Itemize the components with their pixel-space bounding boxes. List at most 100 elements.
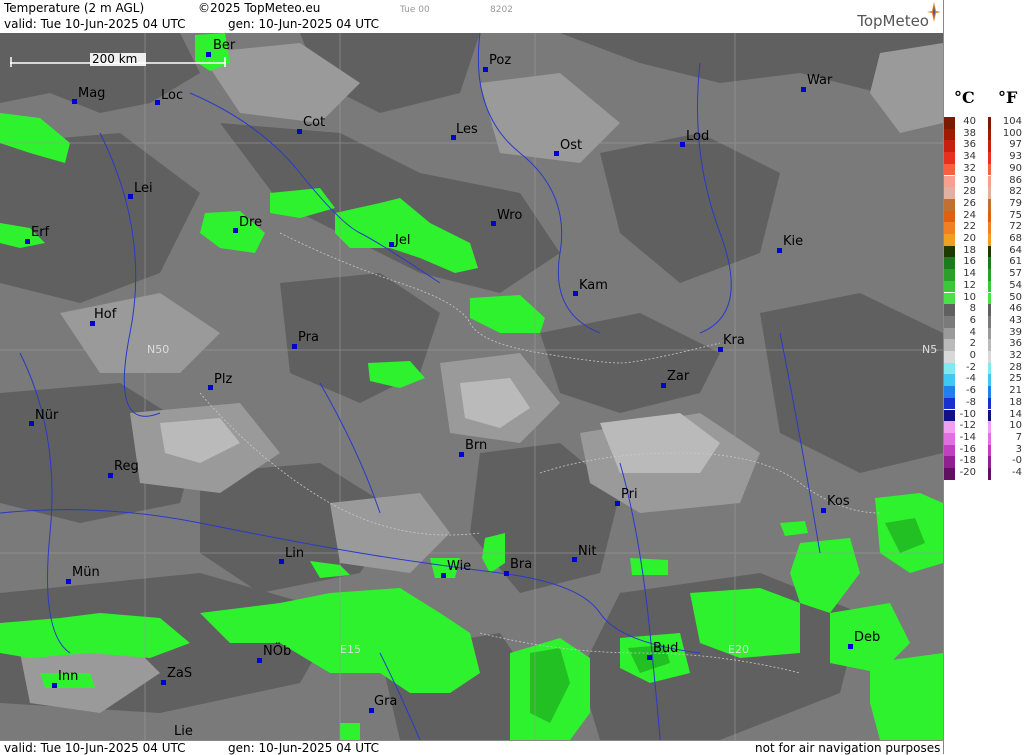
scale-label: 200 km xyxy=(92,52,138,66)
city-label-gra[interactable]: Gra xyxy=(374,694,397,709)
footer-valid-time: valid: Tue 10-Jun-2025 04 UTC xyxy=(4,741,186,755)
city-marker xyxy=(483,67,488,72)
city-label-kra[interactable]: Kra xyxy=(723,333,745,348)
city-label-zas[interactable]: ZaS xyxy=(167,666,192,681)
legend-swatch xyxy=(988,163,991,176)
city-label-wie[interactable]: Wie xyxy=(447,559,471,574)
legend-fahrenheit-value: 57 xyxy=(1009,268,1022,280)
city-label-pri[interactable]: Pri xyxy=(621,487,638,502)
legend-celsius-value: 24 xyxy=(963,209,976,221)
city-label-lod[interactable]: Lod xyxy=(686,129,709,144)
city-label-reg[interactable]: Reg xyxy=(114,459,139,474)
city-label-pra[interactable]: Pra xyxy=(298,330,319,345)
city-label-hof[interactable]: Hof xyxy=(94,307,116,322)
legend-fahrenheit-value: 68 xyxy=(1009,233,1022,244)
legend-celsius-value: -12 xyxy=(959,420,976,432)
city-marker xyxy=(441,573,446,578)
city-label-lei[interactable]: Lei xyxy=(134,181,153,196)
city-label-zar[interactable]: Zar xyxy=(667,369,689,384)
legend-fahrenheit-value: 25 xyxy=(1009,373,1022,385)
city-marker xyxy=(233,228,238,233)
legend-fahrenheit-value: 93 xyxy=(1009,151,1022,163)
city-label-mag[interactable]: Mag xyxy=(78,86,105,101)
legend-swatch xyxy=(988,351,991,363)
city-marker xyxy=(108,473,113,478)
city-label-bra[interactable]: Bra xyxy=(510,557,532,572)
city-label-cot[interactable]: Cot xyxy=(303,115,325,130)
legend-fahrenheit-value: 21 xyxy=(1009,385,1022,397)
disclaimer: not for air navigation purposes xyxy=(755,741,941,755)
copyright-text: ©2025 TopMeteo.eu xyxy=(198,1,321,15)
city-marker xyxy=(72,99,77,104)
city-label-inn[interactable]: Inn xyxy=(58,669,78,684)
city-marker xyxy=(573,291,578,296)
legend-swatch xyxy=(988,222,991,234)
compass-star-icon xyxy=(927,2,941,22)
city-marker xyxy=(615,501,620,506)
city-label-war[interactable]: War xyxy=(807,73,832,88)
legend-fahrenheit-value: 14 xyxy=(1009,408,1022,420)
legend-swatch xyxy=(988,456,991,468)
legend-swatch xyxy=(988,280,991,293)
city-label-kam[interactable]: Kam xyxy=(579,278,608,293)
legend-celsius-value: 0 xyxy=(969,350,976,361)
city-label-lie[interactable]: Lie xyxy=(174,724,193,739)
city-label-erf[interactable]: Erf xyxy=(31,225,49,240)
legend-celsius-value: 30 xyxy=(963,174,976,186)
city-label-ber[interactable]: Ber xyxy=(213,38,235,53)
city-label-wro[interactable]: Wro xyxy=(497,208,522,223)
city-label-deb[interactable]: Deb xyxy=(854,630,880,645)
topmeteo-logo[interactable]: TopMeteo xyxy=(857,12,929,30)
city-label-ost[interactable]: Ost xyxy=(560,138,582,153)
city-label-plz[interactable]: Plz xyxy=(214,372,232,387)
run-code: 8202 xyxy=(490,5,513,15)
legend-swatch xyxy=(988,257,991,270)
city-label-nur[interactable]: Nür xyxy=(35,408,58,423)
city-label-brn[interactable]: Brn xyxy=(465,438,487,453)
city-marker xyxy=(208,385,213,390)
generated-time: gen: 10-Jun-2025 04 UTC xyxy=(228,17,380,31)
city-marker xyxy=(848,644,853,649)
legend-celsius-value: -8 xyxy=(966,396,976,408)
city-label-dre[interactable]: Dre xyxy=(239,215,262,230)
legend-swatch xyxy=(988,152,991,164)
map-title: Temperature (2 m AGL) xyxy=(4,1,145,15)
legend-swatch xyxy=(988,397,991,410)
city-label-les[interactable]: Les xyxy=(456,122,478,137)
city-label-jel[interactable]: Jel xyxy=(395,233,410,248)
legend-fahrenheit-value: 43 xyxy=(1009,314,1022,326)
footer-generated-time: gen: 10-Jun-2025 04 UTC xyxy=(228,741,380,755)
temperature-map[interactable]: N50 N5 E15 E20 200 km Ber Poz War Mag Lo… xyxy=(0,33,943,740)
city-marker xyxy=(801,87,806,92)
legend-celsius-value: 40 xyxy=(963,116,976,127)
city-marker xyxy=(661,383,666,388)
city-label-loc[interactable]: Loc xyxy=(161,88,183,103)
legend-swatch xyxy=(988,175,991,188)
legend-swatch xyxy=(988,421,991,433)
legend-fahrenheit-value: 32 xyxy=(1009,350,1022,361)
legend-swatch xyxy=(988,210,991,223)
city-label-nit[interactable]: Nit xyxy=(578,544,596,559)
city-marker xyxy=(647,655,652,660)
legend-celsius-value: 32 xyxy=(963,162,976,174)
legend-swatch xyxy=(988,315,991,328)
city-label-kos[interactable]: Kos xyxy=(827,494,850,509)
city-label-kie[interactable]: Kie xyxy=(783,234,803,249)
legend-swatch xyxy=(988,198,991,211)
legend-swatch xyxy=(988,327,991,340)
legend-celsius-value: 34 xyxy=(963,151,976,163)
map-footer: valid: Tue 10-Jun-2025 04 UTC gen: 10-Ju… xyxy=(0,740,943,755)
legend-swatch xyxy=(988,140,991,153)
city-label-mun[interactable]: Mün xyxy=(72,565,100,580)
legend-swatch xyxy=(988,468,991,480)
legend-celsius-value: -2 xyxy=(966,361,976,373)
city-label-nob[interactable]: NÖb xyxy=(263,644,291,659)
legend-celsius-value: -20 xyxy=(959,467,976,478)
map-header: Temperature (2 m AGL) ©2025 TopMeteo.eu … xyxy=(0,0,943,34)
city-label-poz[interactable]: Poz xyxy=(489,53,511,68)
city-marker xyxy=(554,151,559,156)
city-label-bud[interactable]: Bud xyxy=(653,641,678,656)
legend-fahrenheit-value: 50 xyxy=(1009,291,1022,303)
city-label-lin[interactable]: Lin xyxy=(285,546,304,561)
legend-fahrenheit-value: 86 xyxy=(1009,174,1022,186)
